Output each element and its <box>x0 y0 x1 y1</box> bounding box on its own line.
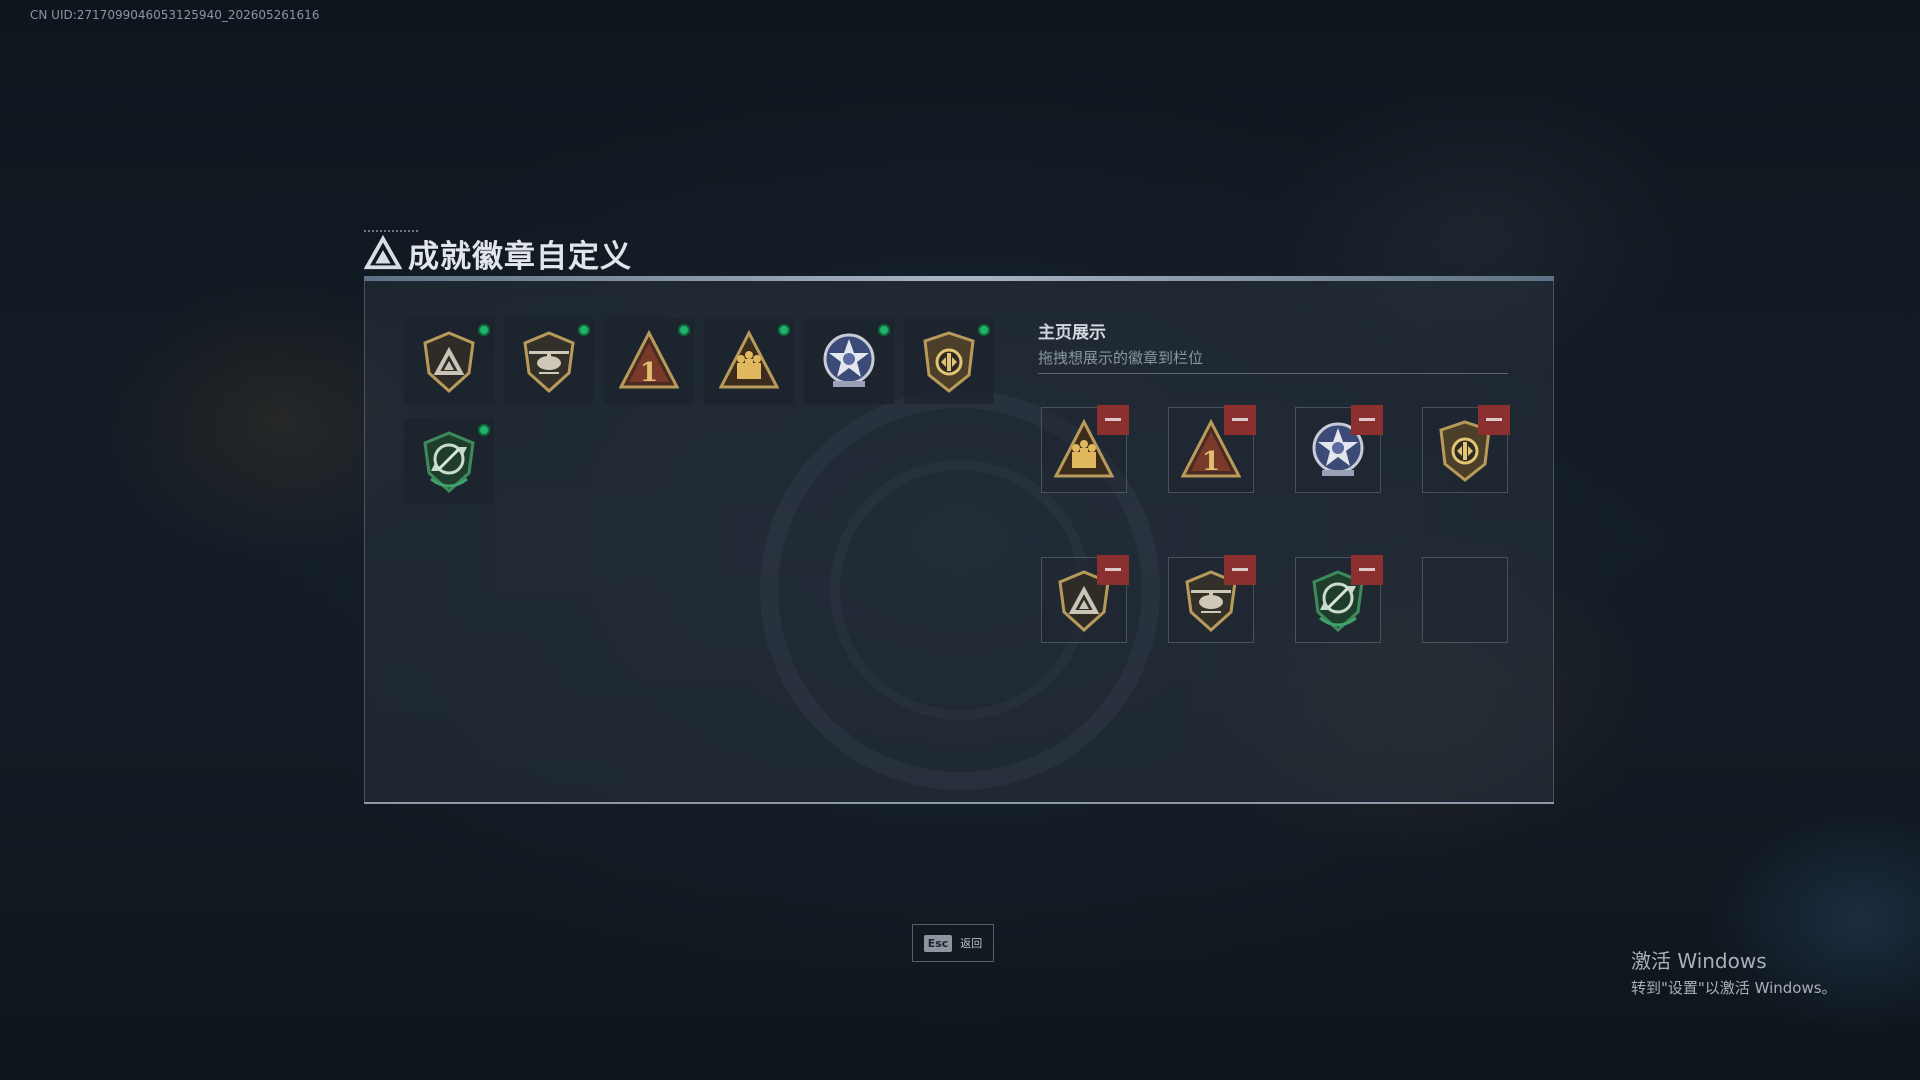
equipped-indicator-icon <box>478 424 490 436</box>
equipped-indicator-icon <box>878 324 890 336</box>
remove-badge-button[interactable] <box>1097 405 1129 435</box>
showcase-slot[interactable] <box>1295 405 1383 493</box>
green-arrows-shield-badge-icon <box>423 431 475 494</box>
squad-triangle-badge-icon <box>719 329 779 389</box>
back-button[interactable]: Esc 返回 <box>912 924 994 962</box>
equipped-indicator-icon <box>578 324 590 336</box>
remove-badge-button[interactable] <box>1224 405 1256 435</box>
showcase-divider <box>1038 373 1508 374</box>
windows-activation-watermark: 激活 Windows 转到"设置"以激活 Windows。 <box>1631 945 1837 998</box>
svg-text:1: 1 <box>640 358 658 388</box>
inventory-badge-slot[interactable] <box>404 418 494 504</box>
showcase-slot[interactable] <box>1295 555 1383 643</box>
equipped-indicator-icon <box>778 324 790 336</box>
inventory-badge-slot[interactable] <box>804 318 894 404</box>
inventory-badge-slot[interactable]: 1 <box>604 318 694 404</box>
equipped-indicator-icon <box>478 324 490 336</box>
showcase-slot[interactable] <box>1422 405 1510 493</box>
showcase-title: 主页展示 <box>1038 323 1106 343</box>
esc-key-icon: Esc <box>923 934 953 952</box>
showcase-slot[interactable] <box>1168 555 1256 643</box>
equipped-indicator-icon <box>978 324 990 336</box>
watermark-title: 激活 Windows <box>1631 949 1767 973</box>
inventory-badge-slot[interactable] <box>504 318 594 404</box>
remove-badge-button[interactable] <box>1351 555 1383 585</box>
back-label: 返回 <box>960 937 983 950</box>
watermark-subtitle: 转到"设置"以激活 Windows。 <box>1631 979 1837 997</box>
showcase-slot[interactable]: 1 <box>1168 405 1256 493</box>
showcase-subtitle: 拖拽想展示的徽章到栏位 <box>1038 349 1204 367</box>
showcase-slot[interactable] <box>1041 405 1129 493</box>
panel-top-border <box>364 276 1554 281</box>
inventory-badge-slot[interactable] <box>704 318 794 404</box>
inventory-badge-slot[interactable] <box>404 318 494 404</box>
helicopter-badge-icon <box>523 331 575 394</box>
equipped-indicator-icon <box>678 324 690 336</box>
remove-badge-button[interactable] <box>1097 555 1129 585</box>
shield-triangle-badge-icon <box>423 331 475 394</box>
remove-badge-button[interactable] <box>1478 405 1510 435</box>
uid-label: CN UID:271709904605312594​0_202605261616 <box>30 8 320 22</box>
inventory-badge-slot[interactable] <box>904 318 994 404</box>
number-one-triangle-badge-icon: 1 <box>619 329 679 389</box>
page-title: 成就徽章自定义 <box>408 238 632 275</box>
delta-logo-icon <box>364 234 402 270</box>
remove-badge-button[interactable] <box>1224 555 1256 585</box>
crest-shield-badge-icon <box>923 331 975 393</box>
showcase-slot-empty[interactable] <box>1422 557 1508 643</box>
panel-bottom-border <box>364 802 1554 804</box>
showcase-slot[interactable] <box>1041 555 1129 643</box>
page-header: 成就徽章自定义 <box>364 230 632 276</box>
svg-text:1: 1 <box>1202 447 1220 477</box>
star-medal-badge-icon <box>823 333 875 387</box>
showcase-header: 主页展示 拖拽想展示的徽章到栏位 <box>1038 318 1508 368</box>
remove-badge-button[interactable] <box>1351 405 1383 435</box>
